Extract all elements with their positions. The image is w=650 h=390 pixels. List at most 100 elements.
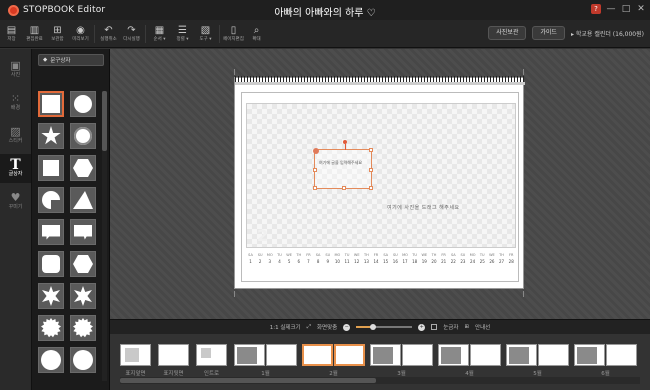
guide-button[interactable]: 가이드: [532, 26, 565, 40]
date-number[interactable]: 24: [468, 259, 477, 264]
text-box[interactable]: 여기에 글을 입력해주세요: [313, 140, 373, 190]
toolbar-button[interactable]: ↶ 실행취소: [97, 20, 120, 48]
fit-icon[interactable]: ⤢: [307, 324, 311, 331]
page-thumbnail[interactable]: 6월: [574, 344, 637, 377]
shape-thumbnail[interactable]: [38, 347, 64, 373]
zoom-slider[interactable]: [356, 323, 413, 331]
fit-screen-button[interactable]: 화면맞춤: [317, 323, 337, 331]
date-number[interactable]: 21: [439, 259, 448, 264]
toolbar-button[interactable]: ▤ 저장: [0, 20, 23, 48]
resize-handle[interactable]: [369, 148, 373, 152]
date-number[interactable]: 18: [410, 259, 419, 264]
date-number[interactable]: 20: [429, 259, 438, 264]
toolbar-button[interactable]: ▧ 도구 ▾: [194, 20, 217, 48]
date-number[interactable]: 28: [507, 259, 516, 264]
actual-size-button[interactable]: 1:1 실제크기: [270, 323, 301, 331]
shape-thumbnail[interactable]: [38, 283, 64, 309]
shape-thumbnail[interactable]: [38, 155, 64, 181]
date-number[interactable]: 19: [420, 259, 429, 264]
resize-handle[interactable]: [313, 186, 317, 190]
date-number[interactable]: 25: [478, 259, 487, 264]
page-thumbnail[interactable]: 2월: [302, 344, 365, 377]
photo-drop-area[interactable]: 여기에 사진을 드래그 해주세요 2: [246, 103, 516, 248]
delete-handle[interactable]: [313, 148, 319, 154]
shape-thumbnail[interactable]: [70, 155, 96, 181]
shape-thumbnail[interactable]: [70, 315, 96, 341]
date-number[interactable]: 12: [352, 259, 361, 264]
sidebar-item-grid[interactable]: ⁙ 배경: [0, 88, 31, 117]
resize-handle[interactable]: [369, 168, 373, 172]
page-thumbnail[interactable]: 표지앞면: [120, 344, 151, 377]
date-number[interactable]: 17: [401, 259, 410, 264]
shape-thumbnail[interactable]: [70, 347, 96, 373]
close-icon[interactable]: ✕: [636, 4, 646, 14]
page-thumbnail[interactable]: 5월: [506, 344, 569, 377]
ruler-checkbox[interactable]: [431, 324, 438, 330]
date-number[interactable]: 15: [381, 259, 390, 264]
shape-thumbnail[interactable]: [70, 219, 96, 245]
shape-thumbnail[interactable]: [38, 187, 64, 213]
sidebar-item-camera[interactable]: ▣ 사진: [0, 55, 31, 84]
shape-thumbnail[interactable]: [38, 123, 64, 149]
shape-thumbnail[interactable]: [70, 187, 96, 213]
calendar-page[interactable]: 여기에 사진을 드래그 해주세요 2 여기에 글을 입력해주세요 SA SU MO T…: [234, 76, 525, 289]
toolbar-button[interactable]: ⊞ 보관함: [46, 20, 69, 48]
date-number[interactable]: 7: [304, 259, 313, 264]
date-number[interactable]: 11: [343, 259, 352, 264]
date-number[interactable]: 14: [372, 259, 381, 264]
resize-handle[interactable]: [369, 186, 373, 190]
date-number[interactable]: 13: [362, 259, 371, 264]
shape-thumbnail[interactable]: [38, 315, 64, 341]
toolbar-button[interactable]: ▦ 순서 ▾: [148, 20, 171, 48]
minimize-icon[interactable]: —: [606, 4, 616, 14]
date-number[interactable]: 8: [314, 259, 323, 264]
resize-handle[interactable]: [342, 186, 346, 190]
resize-handle[interactable]: [313, 168, 317, 172]
toolbar-button[interactable]: ⌕ 확대: [245, 20, 268, 48]
toolbar-button[interactable]: ▯ 페이지편집: [222, 20, 245, 48]
category-select-button[interactable]: ◆ 문구상자: [38, 54, 104, 66]
guideline-icon[interactable]: ⊞: [464, 324, 469, 330]
date-number[interactable]: 5: [285, 259, 294, 264]
zoom-in-icon[interactable]: +: [418, 323, 426, 331]
product-info-link[interactable]: ▸ 학교용 캘린더 (16,000원): [571, 29, 644, 38]
page-thumbnail[interactable]: 4월: [438, 344, 501, 377]
date-number[interactable]: 3: [265, 259, 274, 264]
shape-thumbnail[interactable]: [38, 251, 64, 277]
shape-thumbnail[interactable]: [70, 251, 96, 277]
sidebar-item-heart[interactable]: ♥ 꾸미기: [0, 187, 31, 216]
zoom-out-icon[interactable]: −: [343, 323, 351, 331]
shape-thumbnail[interactable]: [70, 283, 96, 309]
page-thumbnail[interactable]: 1월: [234, 344, 297, 377]
toolbar-button[interactable]: ↷ 다시실행: [120, 20, 143, 48]
rotate-handle[interactable]: [343, 140, 347, 144]
zoom-knob[interactable]: [370, 324, 377, 330]
page-thumbnail[interactable]: 표지뒷면: [158, 344, 189, 377]
date-number[interactable]: 9: [323, 259, 332, 264]
date-number[interactable]: 2: [256, 259, 265, 264]
date-number[interactable]: 10: [333, 259, 342, 264]
photo-storage-button[interactable]: 사진보관: [488, 26, 527, 40]
shape-thumbnail[interactable]: [38, 91, 64, 117]
toolbar-button[interactable]: ▥ 편집완료: [23, 20, 46, 48]
filmstrip-scroll-thumb[interactable]: [120, 378, 376, 383]
panel-scrollbar[interactable]: [102, 91, 107, 381]
page-thumbnail[interactable]: 3월: [370, 344, 433, 377]
date-number[interactable]: 16: [391, 259, 400, 264]
date-number[interactable]: 26: [487, 259, 496, 264]
date-number[interactable]: 4: [275, 259, 284, 264]
shape-thumbnail[interactable]: [70, 123, 96, 149]
toolbar-button[interactable]: ◉ 미리보기: [69, 20, 92, 48]
date-number[interactable]: 6: [294, 259, 303, 264]
date-number[interactable]: 1: [246, 259, 255, 264]
help-icon[interactable]: ?: [591, 4, 601, 14]
shape-thumbnail[interactable]: [70, 91, 96, 117]
sidebar-item-image[interactable]: ▨ 스티커: [0, 121, 31, 150]
date-number[interactable]: 23: [458, 259, 467, 264]
shape-thumbnail[interactable]: [38, 219, 64, 245]
filmstrip-scrollbar[interactable]: [120, 377, 640, 384]
page-thumbnail[interactable]: 인트로: [196, 344, 227, 377]
toolbar-button[interactable]: ☰ 정렬 ▾: [171, 20, 194, 48]
sidebar-item-text[interactable]: T 글상자: [0, 154, 31, 183]
panel-scroll-thumb[interactable]: [102, 91, 107, 151]
